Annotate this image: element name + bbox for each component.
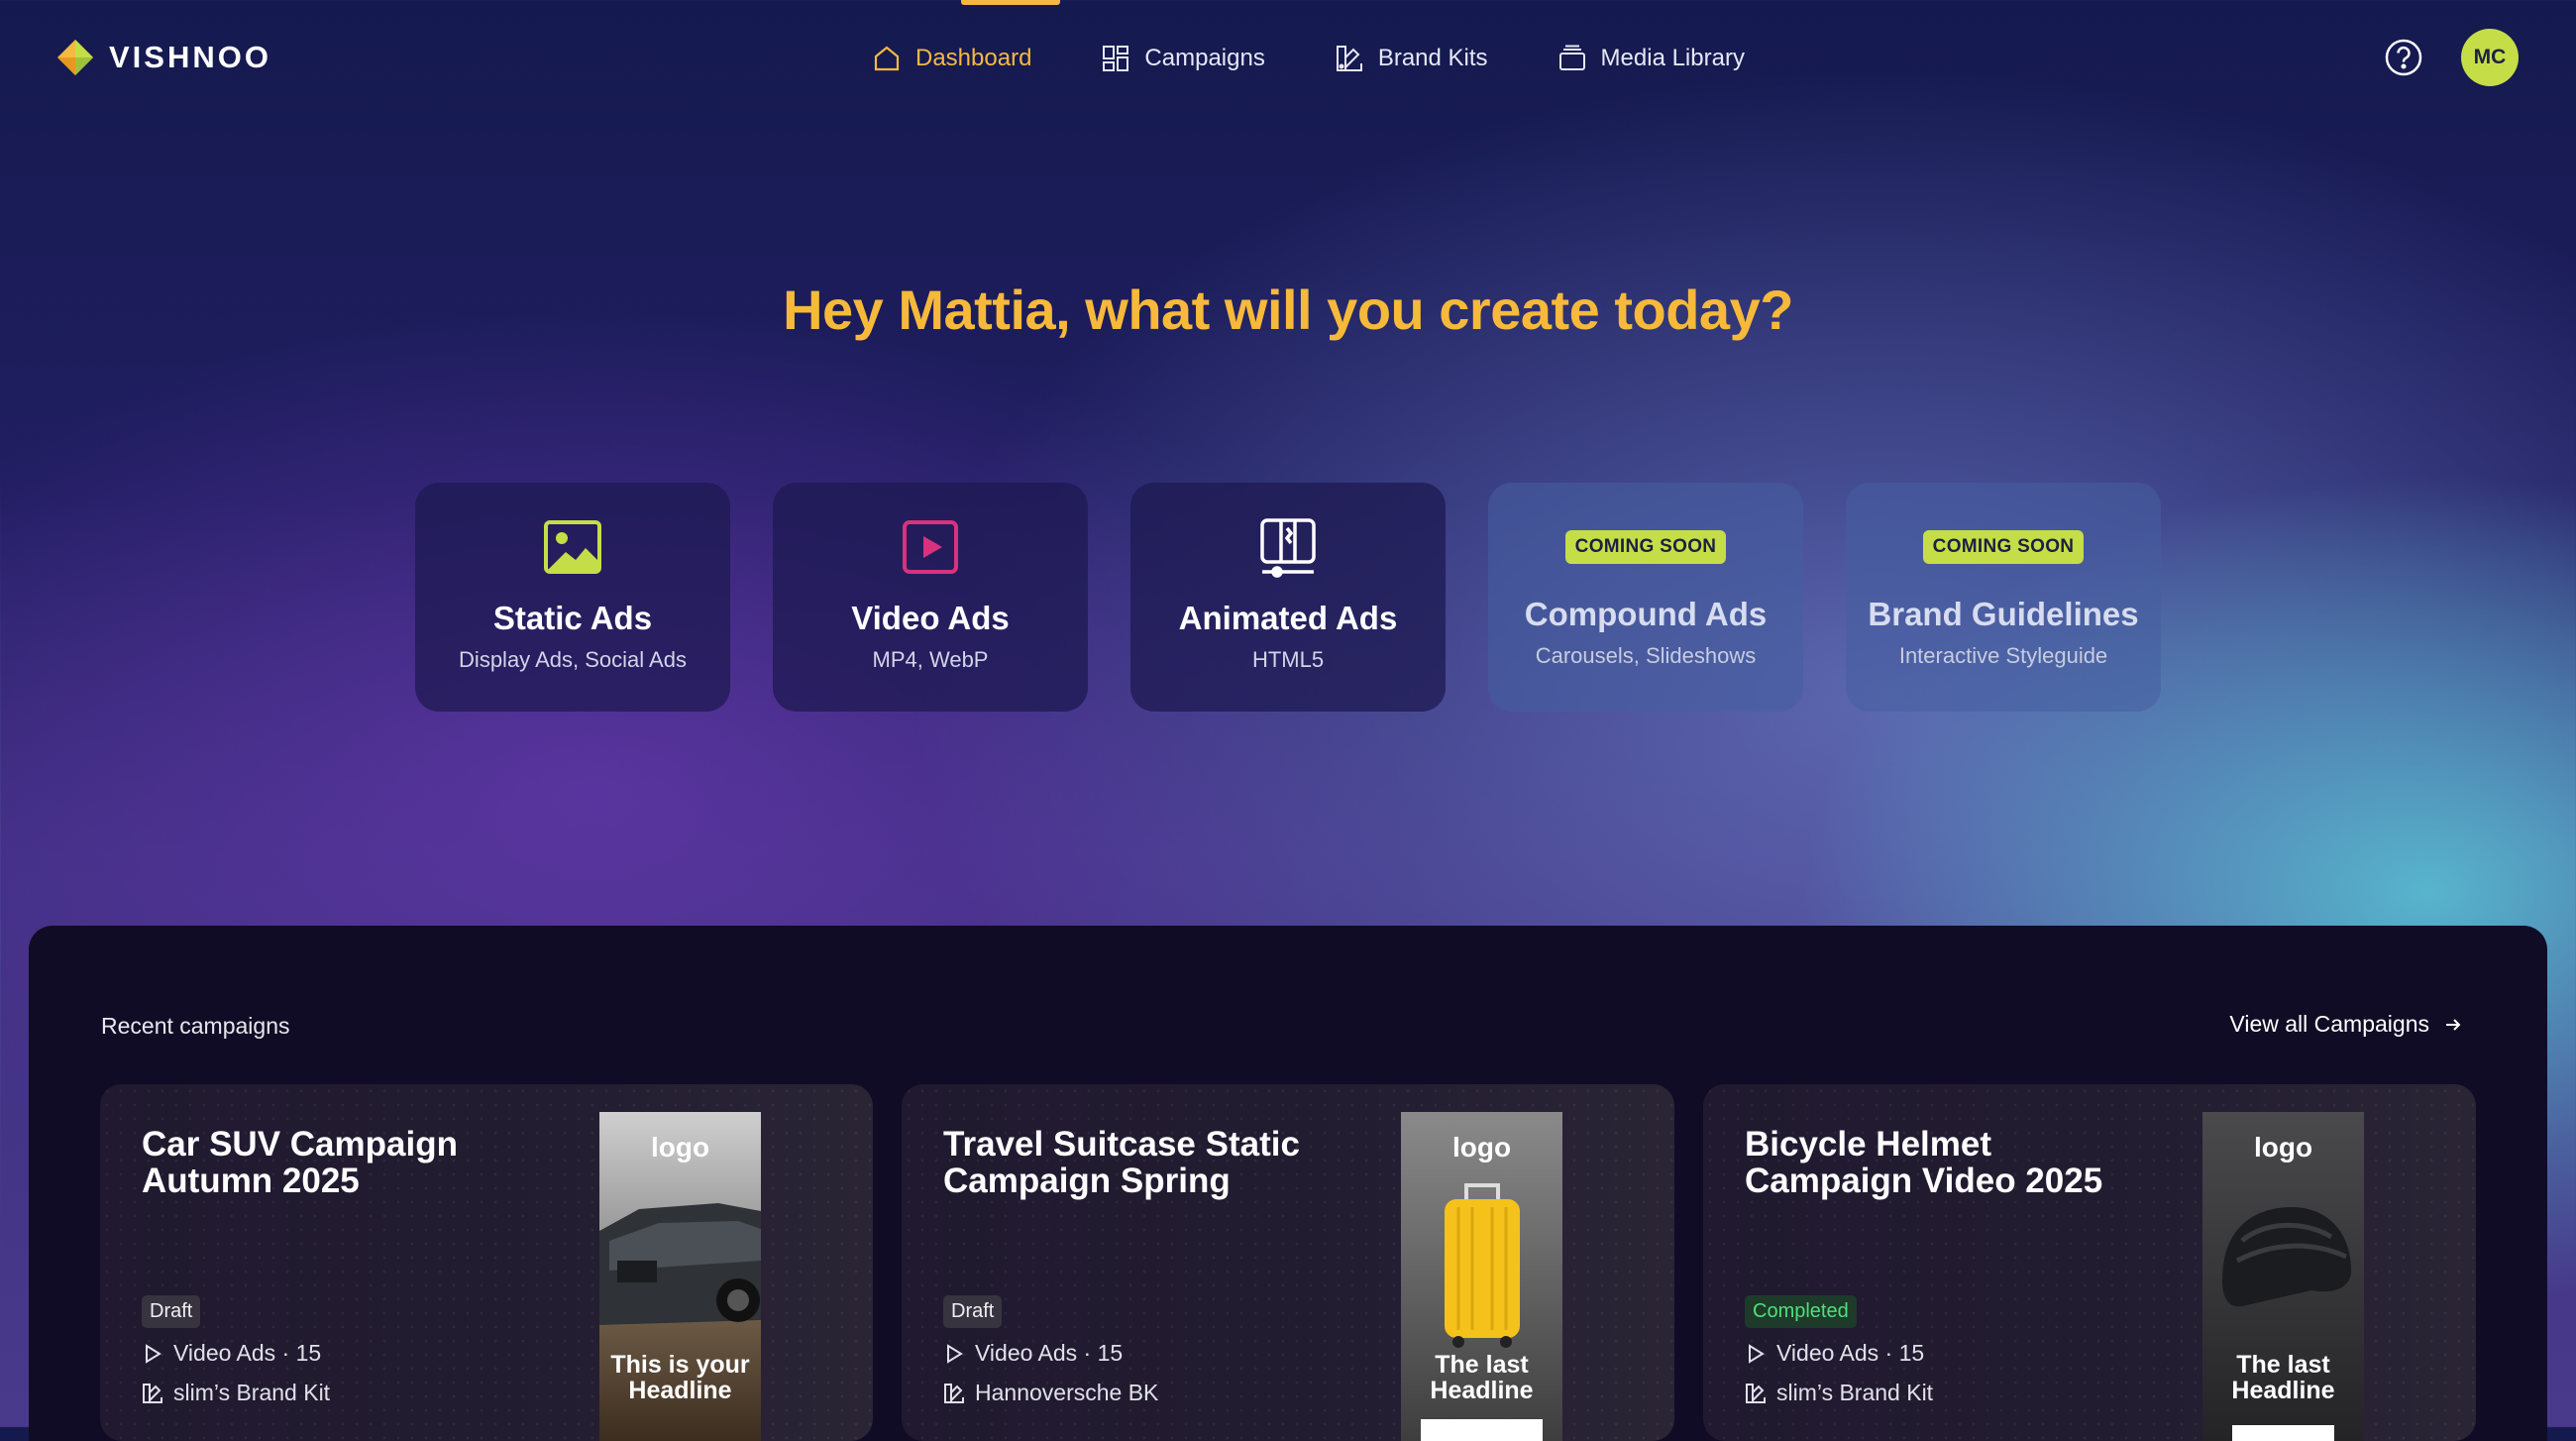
campaign-type: Video Ads · 15 xyxy=(142,1340,321,1367)
thumbnail-logo: logo xyxy=(2253,1132,2313,1163)
campaign-thumbnail: logo This is your Headline xyxy=(599,1112,761,1441)
recent-campaigns-title: Recent campaigns xyxy=(101,1013,290,1039)
campaign-brand-kit-label: Hannoversche BK xyxy=(975,1380,1159,1405)
campaign-card[interactable]: Car SUV Campaign Autumn 2025 Draft Video… xyxy=(100,1084,873,1441)
tile-animated-ads-title: Animated Ads xyxy=(1178,600,1398,636)
nav-brand-kits[interactable]: Brand Kits xyxy=(1335,0,1488,117)
tile-static-ads[interactable]: Static Ads Display Ads, Social Ads xyxy=(415,483,730,712)
thumbnail-logo: logo xyxy=(1451,1132,1512,1163)
campaign-type-label: Video Ads · 15 xyxy=(975,1340,1124,1366)
campaign-type-label: Video Ads · 15 xyxy=(173,1340,322,1366)
help-icon[interactable] xyxy=(2384,38,2423,77)
thumbnail-headline: The last Headline xyxy=(1430,1351,1534,1404)
campaign-thumbnail: logo The last Headline xyxy=(1401,1112,1562,1441)
nav-dashboard[interactable]: Dashboard xyxy=(872,0,1061,117)
grid-icon xyxy=(1103,46,1129,71)
nav-dashboard-label: Dashboard xyxy=(915,45,1032,71)
tile-animated-ads-subtitle: HTML5 xyxy=(1251,647,1325,672)
nav-media-library[interactable]: Media Library xyxy=(1557,0,1745,117)
nav-campaigns-label: Campaigns xyxy=(1144,45,1265,71)
swatch-icon xyxy=(143,1383,162,1403)
home-icon xyxy=(874,46,900,71)
nav-campaigns[interactable]: Campaigns xyxy=(1101,0,1265,117)
nav-brand-kits-label: Brand Kits xyxy=(1377,45,1488,71)
campaign-card[interactable]: Travel Suitcase Static Campaign Spring D… xyxy=(902,1084,1674,1441)
swatch-icon xyxy=(1746,1383,1766,1403)
play-outline-icon xyxy=(146,1343,161,1364)
logo-mark-icon xyxy=(57,40,93,75)
tile-compound-ads: COMING SOON Compound Ads Carousels, Slid… xyxy=(1488,483,1803,712)
nav-media-library-label: Media Library xyxy=(1600,45,1745,71)
tile-video-ads-title: Video Ads xyxy=(851,600,1010,636)
play-outline-icon xyxy=(1749,1343,1765,1364)
campaign-type: Video Ads · 15 xyxy=(943,1340,1123,1367)
main-nav: Dashboard Campaigns Brand Kits Media Lib… xyxy=(872,0,1745,117)
tile-brand-guidelines: COMING SOON Brand Guidelines Interactive… xyxy=(1846,483,2161,712)
tile-brand-guidelines-subtitle: Interactive Styleguide xyxy=(1898,643,2108,668)
campaign-cards: Car SUV Campaign Autumn 2025 Draft Video… xyxy=(100,1084,2476,1441)
play-outline-icon xyxy=(947,1343,963,1364)
tile-static-ads-subtitle: Display Ads, Social Ads xyxy=(459,647,687,672)
campaign-type-label: Video Ads · 15 xyxy=(1776,1340,1925,1366)
status-badge: Draft xyxy=(142,1295,201,1328)
campaign-brand-kit: Hannoversche BK xyxy=(943,1380,1158,1406)
coming-soon-badge: COMING SOON xyxy=(1922,530,2085,564)
play-icon xyxy=(903,520,958,574)
tile-brand-guidelines-title: Brand Guidelines xyxy=(1868,596,2139,632)
brand-name: VISHNOO xyxy=(109,40,271,74)
status-badge: Completed xyxy=(1745,1295,1857,1328)
campaign-brand-kit-label: slim’s Brand Kit xyxy=(173,1380,331,1405)
recent-campaigns-panel: Recent campaigns View all Campaigns Car … xyxy=(29,926,2547,1441)
status-badge: Draft xyxy=(943,1295,1003,1328)
campaign-card[interactable]: Bicycle Helmet Campaign Video 2025 Compl… xyxy=(1703,1084,2476,1441)
image-icon xyxy=(544,520,601,574)
coming-soon-badge: COMING SOON xyxy=(1564,530,1727,564)
campaign-title: Car SUV Campaign Autumn 2025 xyxy=(142,1125,458,1200)
thumbnail-headline: The last Headline xyxy=(2231,1351,2335,1404)
campaign-thumbnail: logo The last Headline xyxy=(2202,1112,2364,1441)
thumbnail-logo: logo xyxy=(650,1132,710,1163)
thumbnail-headline: This is your Headline xyxy=(610,1351,750,1404)
tile-static-ads-title: Static Ads xyxy=(492,600,653,636)
create-tiles: Static Ads Display Ads, Social Ads Video… xyxy=(415,483,2161,712)
view-all-campaigns-link[interactable]: View all Campaigns xyxy=(2229,1011,2463,1038)
campaign-brand-kit: slim’s Brand Kit xyxy=(1745,1380,1933,1406)
campaign-title: Bicycle Helmet Campaign Video 2025 xyxy=(1745,1125,2103,1200)
user-avatar[interactable]: MC xyxy=(2461,29,2519,86)
campaign-type: Video Ads · 15 xyxy=(1745,1340,1924,1367)
tile-compound-ads-title: Compound Ads xyxy=(1524,596,1768,632)
swatch-icon xyxy=(1336,46,1362,71)
animation-icon xyxy=(1260,518,1316,578)
campaign-title: Travel Suitcase Static Campaign Spring xyxy=(943,1125,1300,1200)
top-bar: VISHNOO Dashboard Campaigns Brand Kits M… xyxy=(0,0,2576,117)
arrow-right-icon xyxy=(2446,1018,2461,1031)
swatch-icon xyxy=(944,1383,964,1403)
tile-video-ads[interactable]: Video Ads MP4, WebP xyxy=(773,483,1088,712)
stack-icon xyxy=(1558,45,1585,70)
brand-logo[interactable]: VISHNOO xyxy=(55,38,271,77)
campaign-brand-kit: slim’s Brand Kit xyxy=(142,1380,330,1406)
tile-animated-ads[interactable]: Animated Ads HTML5 xyxy=(1130,483,1446,712)
tile-compound-ads-subtitle: Carousels, Slideshows xyxy=(1535,643,1757,668)
tile-video-ads-subtitle: MP4, WebP xyxy=(872,647,989,672)
view-all-label: View all Campaigns xyxy=(2229,1011,2429,1037)
page-greeting: Hey Mattia, what will you create today? xyxy=(783,278,1793,341)
campaign-brand-kit-label: slim’s Brand Kit xyxy=(1776,1380,1934,1405)
